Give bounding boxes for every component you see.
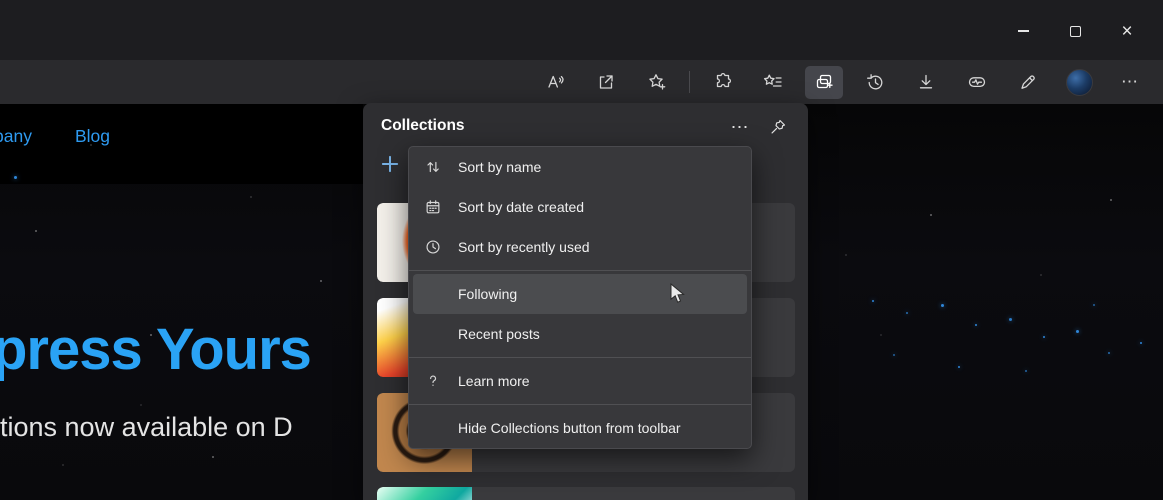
profile-button[interactable] bbox=[1060, 66, 1098, 99]
menu-item-label: Sort by recently used bbox=[458, 239, 590, 255]
browser-toolbar: ⋯ bbox=[0, 60, 1163, 104]
pin-panel-button[interactable] bbox=[764, 113, 792, 141]
favorites-button[interactable] bbox=[754, 66, 792, 99]
empty-icon-slot bbox=[423, 324, 443, 344]
ellipsis-icon: ⋯ bbox=[1121, 72, 1139, 91]
menu-item-following[interactable]: Following bbox=[413, 274, 747, 314]
maximize-button[interactable] bbox=[1049, 12, 1101, 50]
menu-item-label: Sort by date created bbox=[458, 199, 585, 215]
close-icon: × bbox=[1121, 20, 1133, 42]
mouse-cursor bbox=[670, 282, 686, 310]
question-icon bbox=[423, 371, 443, 391]
share-icon bbox=[599, 75, 613, 89]
add-to-favorites-button[interactable] bbox=[638, 66, 676, 99]
minimize-button[interactable] bbox=[997, 12, 1049, 50]
menu-item-hide-collections-button[interactable]: Hide Collections button from toolbar bbox=[409, 408, 751, 448]
history-button[interactable] bbox=[856, 66, 894, 99]
title-bar: × bbox=[0, 0, 1163, 60]
toolbar-buttons: ⋯ bbox=[536, 60, 1149, 104]
collections-title: Collections bbox=[381, 117, 465, 134]
menu-item-sort-by-date-created[interactable]: Sort by date created bbox=[409, 187, 751, 227]
collections-more-button[interactable]: ⋯ bbox=[726, 113, 754, 141]
browser-window: × ⋯ any Blog press Yours tions now avail… bbox=[0, 0, 1163, 500]
history-icon bbox=[867, 74, 883, 90]
nav-link-company[interactable]: pany bbox=[0, 126, 32, 147]
menu-item-label: Following bbox=[458, 286, 518, 302]
extensions-icon bbox=[716, 72, 732, 88]
settings-more-button[interactable]: ⋯ bbox=[1111, 66, 1149, 99]
site-nav-bar bbox=[0, 104, 363, 184]
collections-header: Collections ⋯ bbox=[363, 103, 808, 151]
minimize-icon bbox=[1017, 30, 1029, 32]
collections-button[interactable] bbox=[805, 65, 843, 99]
web-capture-icon bbox=[1021, 75, 1035, 89]
downloads-icon bbox=[919, 74, 933, 89]
collection-card[interactable] bbox=[377, 487, 795, 500]
hero-subtitle: tions now available on D bbox=[0, 412, 293, 442]
maximize-icon bbox=[1069, 25, 1081, 37]
menu-separator bbox=[409, 357, 751, 358]
toolbar-separator bbox=[689, 71, 690, 93]
menu-item-label: Recent posts bbox=[458, 326, 540, 342]
star-add-icon bbox=[649, 74, 666, 90]
ellipsis-icon: ⋯ bbox=[730, 116, 750, 137]
read-aloud-icon bbox=[548, 75, 564, 88]
empty-icon-slot bbox=[423, 418, 443, 438]
collections-context-menu: Sort by name Sort by date created Sort b… bbox=[408, 146, 752, 449]
menu-item-recent-posts[interactable]: Recent posts bbox=[409, 314, 751, 354]
favorites-icon bbox=[763, 74, 782, 87]
menu-item-label: Learn more bbox=[458, 373, 530, 389]
pin-icon bbox=[771, 119, 786, 134]
extensions-button[interactable] bbox=[703, 66, 741, 99]
hero-heading: press Yours bbox=[0, 317, 312, 382]
menu-separator bbox=[409, 270, 751, 271]
share-button[interactable] bbox=[587, 66, 625, 99]
menu-item-label: Sort by name bbox=[458, 159, 542, 175]
collections-icon bbox=[816, 74, 833, 89]
sort-arrows-icon bbox=[423, 157, 443, 177]
read-aloud-button[interactable] bbox=[536, 66, 574, 99]
empty-icon-slot bbox=[423, 284, 443, 304]
add-collection-button[interactable] bbox=[377, 151, 403, 177]
menu-item-label: Hide Collections button from toolbar bbox=[458, 420, 681, 436]
menu-item-learn-more[interactable]: Learn more bbox=[409, 361, 751, 401]
menu-item-sort-by-name[interactable]: Sort by name bbox=[409, 147, 751, 187]
plus-icon bbox=[381, 155, 399, 173]
clock-icon bbox=[423, 237, 443, 257]
collections-header-actions: ⋯ bbox=[726, 113, 792, 141]
nav-link-blog[interactable]: Blog bbox=[75, 126, 110, 147]
close-button[interactable]: × bbox=[1101, 12, 1153, 50]
collection-thumbnail bbox=[377, 487, 472, 500]
window-controls: × bbox=[997, 12, 1153, 50]
browser-essentials-icon bbox=[968, 77, 986, 88]
menu-item-sort-by-recently-used[interactable]: Sort by recently used bbox=[409, 227, 751, 267]
calendar-icon bbox=[423, 197, 443, 217]
web-capture-button[interactable] bbox=[1009, 66, 1047, 99]
downloads-button[interactable] bbox=[907, 66, 945, 99]
menu-separator bbox=[409, 404, 751, 405]
browser-essentials-button[interactable] bbox=[958, 66, 996, 99]
avatar bbox=[1065, 68, 1093, 96]
